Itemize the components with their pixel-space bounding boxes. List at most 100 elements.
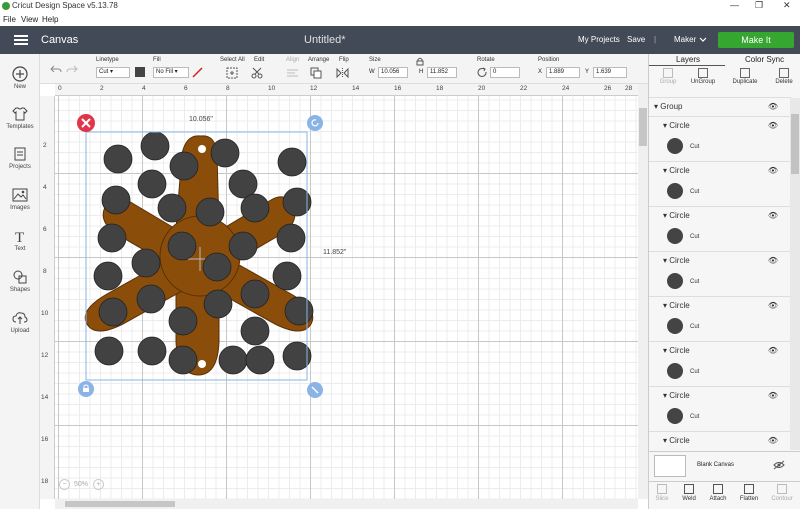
layer-row[interactable]: ▾ Circle — [663, 436, 690, 445]
zoom-out-button[interactable]: − — [59, 479, 70, 490]
sidebar-item-images[interactable]: Images — [0, 187, 40, 211]
layer-row[interactable]: ▾ Circle — [663, 346, 690, 355]
flip-icon[interactable] — [336, 67, 350, 79]
menu-view[interactable]: View — [21, 15, 38, 24]
circle-shape[interactable] — [210, 138, 240, 168]
delete-handle[interactable] — [77, 114, 95, 132]
circle-shape[interactable] — [284, 296, 314, 326]
ungroup-button[interactable]: UnGroup — [684, 68, 722, 85]
slice-button[interactable]: Slice — [647, 484, 677, 502]
eye-icon[interactable]: 👁 — [768, 256, 778, 265]
circle-shape[interactable] — [157, 193, 187, 223]
scrollbar-thumb[interactable] — [791, 114, 799, 174]
menu-help[interactable]: Help — [42, 15, 58, 24]
sidebar-item-new[interactable]: New — [0, 66, 40, 90]
attach-button[interactable]: Attach — [703, 484, 733, 502]
layer-row[interactable]: ▾ Circle — [663, 301, 690, 310]
linetype-color-swatch[interactable] — [135, 67, 145, 77]
design-artwork[interactable] — [55, 96, 638, 499]
circle-shape[interactable] — [97, 223, 127, 253]
close-window-icon[interactable]: ✕ — [783, 0, 791, 11]
circle-shape[interactable] — [167, 231, 197, 261]
circle-shape[interactable] — [272, 261, 302, 291]
circle-shape[interactable] — [101, 185, 131, 215]
eye-icon[interactable]: 👁 — [768, 121, 778, 130]
sidebar-item-upload[interactable]: Upload — [0, 310, 40, 334]
circle-shape[interactable] — [137, 336, 167, 366]
align-icon[interactable] — [286, 67, 300, 79]
circle-shape[interactable] — [202, 252, 232, 282]
eye-icon[interactable]: 👁 — [768, 346, 778, 355]
eye-icon[interactable]: 👁 — [768, 102, 778, 111]
circle-shape[interactable] — [195, 197, 225, 227]
circle-shape[interactable] — [203, 289, 233, 319]
x-position-input[interactable]: 1.889 — [546, 67, 580, 78]
layer-row[interactable]: ▾ Circle — [663, 391, 690, 400]
sidebar-item-text[interactable]: T Text — [0, 228, 40, 252]
delete-button[interactable]: Delete — [765, 68, 800, 85]
lock-handle[interactable] — [78, 381, 94, 397]
sidebar-item-projects[interactable]: Projects — [0, 146, 40, 170]
y-position-input[interactable]: 1.639 — [593, 67, 627, 78]
circle-shape[interactable] — [98, 297, 128, 327]
menu-file[interactable]: File — [3, 15, 16, 24]
circle-shape[interactable] — [240, 279, 270, 309]
circle-shape[interactable] — [228, 231, 258, 261]
hide-canvas-icon[interactable] — [773, 460, 785, 470]
layer-row[interactable]: ▾ Circle — [663, 166, 690, 175]
save-button[interactable]: Save — [627, 35, 645, 44]
circle-shape[interactable] — [169, 151, 199, 181]
resize-handle[interactable] — [307, 382, 323, 398]
redo-icon[interactable] — [66, 64, 78, 74]
document-title[interactable]: Untitled* — [304, 34, 346, 46]
machine-select[interactable]: Maker — [674, 35, 696, 44]
height-input[interactable]: 11.852 — [427, 67, 457, 78]
width-input[interactable]: 10.056 — [378, 67, 408, 78]
sidebar-item-shapes[interactable]: Shapes — [0, 269, 40, 293]
duplicate-button[interactable]: Duplicate — [726, 68, 764, 85]
circle-shape[interactable] — [131, 248, 161, 278]
canvas-vertical-scrollbar[interactable] — [638, 84, 648, 499]
group-button[interactable]: Group — [649, 68, 687, 85]
layer-row[interactable]: ▾ Circle — [663, 211, 690, 220]
circle-shape[interactable] — [94, 336, 124, 366]
circle-shape[interactable] — [168, 306, 198, 336]
fill-select[interactable]: No Fill ▾ — [153, 67, 189, 78]
canvas-horizontal-scrollbar[interactable] — [55, 499, 638, 509]
undo-icon[interactable] — [50, 64, 62, 74]
circle-shape[interactable] — [240, 193, 270, 223]
circle-shape[interactable] — [137, 169, 167, 199]
sidebar-item-templates[interactable]: Templates — [0, 106, 40, 130]
blank-canvas-swatch[interactable] — [654, 455, 686, 477]
circle-shape[interactable] — [136, 284, 166, 314]
minimize-icon[interactable]: — — [730, 0, 739, 10]
design-canvas[interactable]: 10.056" 11.852" − 50% + — [55, 96, 638, 499]
my-projects-button[interactable]: My Projects — [578, 35, 620, 44]
chevron-down-icon[interactable] — [699, 37, 707, 43]
group-layer-row[interactable]: ▾ Group — [654, 102, 682, 111]
panel-scrollbar[interactable] — [790, 98, 800, 450]
circle-shape[interactable] — [277, 147, 307, 177]
tab-layers[interactable]: Layers — [676, 55, 700, 64]
restore-icon[interactable]: ❐ — [755, 0, 763, 11]
eye-icon[interactable]: 👁 — [768, 166, 778, 175]
hamburger-menu-icon[interactable] — [14, 35, 28, 45]
eye-icon[interactable]: 👁 — [768, 436, 778, 445]
no-fill-swatch-icon[interactable] — [192, 67, 203, 78]
layer-row[interactable]: ▾ Circle — [663, 256, 690, 265]
eye-icon[interactable]: 👁 — [768, 391, 778, 400]
select-all-icon[interactable] — [226, 67, 238, 79]
rotate-handle[interactable] — [307, 115, 323, 131]
scrollbar-thumb[interactable] — [65, 501, 175, 507]
lock-aspect-icon[interactable] — [416, 57, 424, 66]
make-it-button[interactable]: Make It — [718, 32, 794, 48]
zoom-in-button[interactable]: + — [93, 479, 104, 490]
weld-button[interactable]: Weld — [674, 484, 704, 502]
circle-shape[interactable] — [218, 345, 248, 375]
linetype-select[interactable]: Cut ▾ — [96, 67, 130, 78]
edit-scissors-icon[interactable] — [251, 67, 265, 79]
arrange-icon[interactable] — [310, 67, 324, 79]
circle-shape[interactable] — [245, 345, 275, 375]
circle-shape[interactable] — [93, 261, 123, 291]
tab-color-sync[interactable]: Color Sync — [745, 55, 784, 64]
